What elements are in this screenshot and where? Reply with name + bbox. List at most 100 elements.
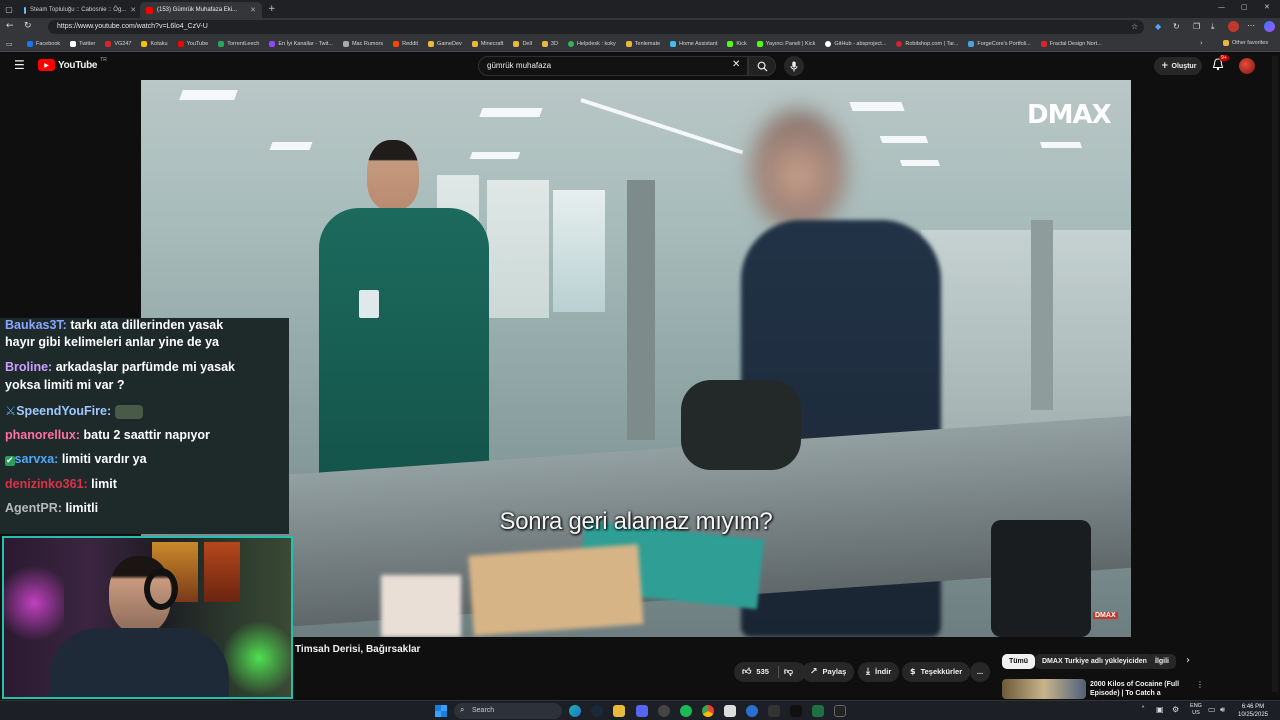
obs-icon[interactable] — [658, 705, 670, 717]
edge-icon[interactable] — [569, 705, 581, 717]
bookmark-folder[interactable]: Minecraft — [467, 40, 509, 47]
page-scrollbar[interactable] — [1272, 56, 1278, 692]
window-menu-icon[interactable]: ▢ — [0, 5, 18, 14]
spotify-icon[interactable] — [680, 705, 692, 717]
bookmark-item[interactable]: TorrentLeech — [213, 40, 264, 47]
bookmark-item[interactable]: Twitter — [65, 40, 100, 47]
browser-menu-icon[interactable]: ⋯ — [1247, 21, 1255, 30]
language-indicator[interactable]: ENG US — [1188, 703, 1204, 717]
like-button[interactable]: 👍︎ 535 👎︎ — [734, 662, 806, 682]
close-tab-icon[interactable]: ✕ — [130, 6, 136, 14]
excel-icon[interactable] — [812, 705, 824, 717]
url-field[interactable]: https://www.youtube.com/watch?v=L6lo4_Cz… — [48, 20, 1144, 34]
windows-start-icon[interactable] — [435, 705, 447, 717]
bookmark-item[interactable]: Helpdesk : koky — [563, 40, 621, 47]
kotaku-icon — [141, 40, 148, 47]
bookmark-item[interactable]: Robitshop.com | Tar... — [891, 40, 963, 47]
search-button[interactable] — [748, 56, 776, 76]
github-icon — [825, 40, 832, 47]
create-button[interactable]: + Oluştur — [1154, 57, 1202, 75]
profile-avatar[interactable] — [1228, 21, 1239, 32]
chat-username: SpeendYouFire: — [16, 404, 112, 418]
favorite-star-icon[interactable]: ☆ — [1131, 22, 1138, 31]
tray-app-icon[interactable]: ▣ — [1156, 705, 1164, 714]
close-tab-icon[interactable]: ✕ — [250, 6, 256, 14]
extensions-icon[interactable]: ◆ — [1155, 22, 1161, 31]
chip-all[interactable]: Tümü — [1002, 654, 1036, 669]
downloads-icon[interactable]: ⤓ — [1211, 22, 1215, 32]
media-app-icon[interactable] — [724, 705, 736, 717]
file-explorer-icon[interactable] — [613, 705, 625, 717]
recommendation-thumbnail[interactable] — [1002, 679, 1086, 699]
chat-username: Baukas3T: — [5, 318, 67, 332]
close-window-icon[interactable]: ✕ — [1264, 3, 1270, 11]
bookmark-folder[interactable]: 3D — [537, 40, 563, 47]
other-favorites[interactable]: Other favorites — [1218, 40, 1273, 46]
thumbs-down-icon[interactable]: 👎︎ — [784, 662, 793, 682]
bookmark-item[interactable]: Kotaku — [136, 40, 172, 47]
chevron-right-icon[interactable]: › — [1200, 39, 1203, 47]
recommendation-title[interactable]: 2000 Kilos of Cocaine (Full Episode) | T… — [1090, 680, 1190, 698]
bookmark-item[interactable]: GitHub - absproject... — [820, 40, 891, 47]
chip-related[interactable]: İlgili — [1148, 654, 1176, 669]
bookmarks-folder-icon[interactable]: ▭ — [6, 40, 13, 48]
bookmark-folder[interactable]: GameDev — [423, 40, 467, 47]
steam-icon[interactable] — [591, 705, 603, 717]
back-icon[interactable]: ← — [6, 21, 14, 31]
hamburger-menu-icon[interactable]: ☰ — [14, 58, 25, 72]
share-button[interactable]: ↗ Paylaş — [802, 662, 855, 682]
more-actions-button[interactable]: ... — [970, 662, 990, 682]
collections-icon[interactable]: ❐ — [1193, 22, 1200, 31]
thanks-button[interactable]: $ Teşekkürler — [902, 662, 971, 682]
bookmark-item[interactable]: Fractal Design Nort... — [1036, 40, 1107, 47]
new-tab-icon[interactable]: + — [268, 4, 276, 14]
sync-icon[interactable]: ↻ — [1173, 22, 1180, 31]
bookmark-folder[interactable]: Tenlemate — [621, 40, 665, 47]
discord-icon[interactable] — [636, 705, 648, 717]
account-avatar[interactable] — [1239, 58, 1255, 74]
search-input[interactable]: gümrük muhafaza — [478, 56, 748, 76]
edge-dev-icon[interactable] — [746, 705, 758, 717]
chrome-icon[interactable] — [702, 705, 714, 717]
voice-search-button[interactable] — [784, 56, 804, 76]
bookmark-item[interactable]: Yayıncı Paneli | Kick — [752, 40, 821, 47]
minimize-icon[interactable]: — — [1218, 3, 1225, 11]
chat-text: tarkı ata dillerinden yasak — [70, 318, 224, 332]
chat-message: yoksa limiti mi var ? — [5, 376, 125, 395]
terminal-icon[interactable] — [834, 705, 846, 717]
chat-message: AgentPR: limitli — [5, 499, 98, 518]
maximize-icon[interactable]: ▢ — [1241, 3, 1248, 11]
bookmark-item[interactable]: VG247 — [100, 40, 136, 47]
tab-youtube[interactable]: (153) Gümrük Muhafaza Eki... ✕ — [140, 2, 262, 18]
bookmark-item[interactable]: Mac Rumors — [338, 40, 388, 47]
bookmark-item[interactable]: YouTube — [173, 40, 214, 47]
bookmark-item[interactable]: Reddit — [388, 40, 423, 47]
download-button[interactable]: ⤓ İndir — [858, 662, 900, 682]
tray-app-icon[interactable]: ⚙ — [1172, 705, 1179, 714]
bookmark-item[interactable]: En İyi Kanallar - Twit... — [264, 40, 338, 47]
copilot-icon[interactable] — [1264, 21, 1275, 32]
bookmark-item[interactable]: ForgeCore's Portfoli... — [963, 40, 1035, 47]
bookmark-item[interactable]: Facebook — [22, 40, 65, 47]
chips-next-icon[interactable]: › — [1186, 655, 1190, 666]
bookmark-item[interactable]: Kick — [722, 40, 751, 47]
notifications-button[interactable]: 9+ — [1212, 55, 1229, 72]
download-manager-icon[interactable] — [768, 705, 780, 717]
bookmark-folder[interactable]: Dell — [508, 40, 536, 47]
bookmark-item[interactable]: Home Assistant — [665, 40, 722, 47]
recommendation-menu-icon[interactable]: ⋮ — [1196, 680, 1204, 689]
volume-icon[interactable]: 🔊︎ — [1220, 705, 1225, 715]
clear-search-icon[interactable]: ✕ — [732, 59, 740, 70]
refresh-icon[interactable]: ↻ — [24, 21, 32, 31]
notification-badge: 9+ — [1219, 55, 1229, 61]
chip-from-uploader[interactable]: DMAX Turkiye adlı yükleyiciden — [1035, 654, 1154, 669]
tray-overflow-icon[interactable]: ˄ — [1141, 705, 1145, 714]
taskbar-clock[interactable]: 6:46 PM 10/25/2025 — [1233, 703, 1273, 719]
share-icon: ↗ — [810, 667, 818, 677]
adobe-icon[interactable] — [790, 705, 802, 717]
taskbar-search[interactable]: Search — [454, 703, 562, 719]
network-icon[interactable]: ▭ — [1208, 705, 1216, 714]
tab-steam[interactable]: Steam Topluluğu :: Cabosnie :: Ög... ✕ — [18, 2, 140, 18]
ceiling-light — [179, 90, 238, 100]
youtube-logo[interactable]: ▶ YouTube TR — [38, 57, 107, 71]
